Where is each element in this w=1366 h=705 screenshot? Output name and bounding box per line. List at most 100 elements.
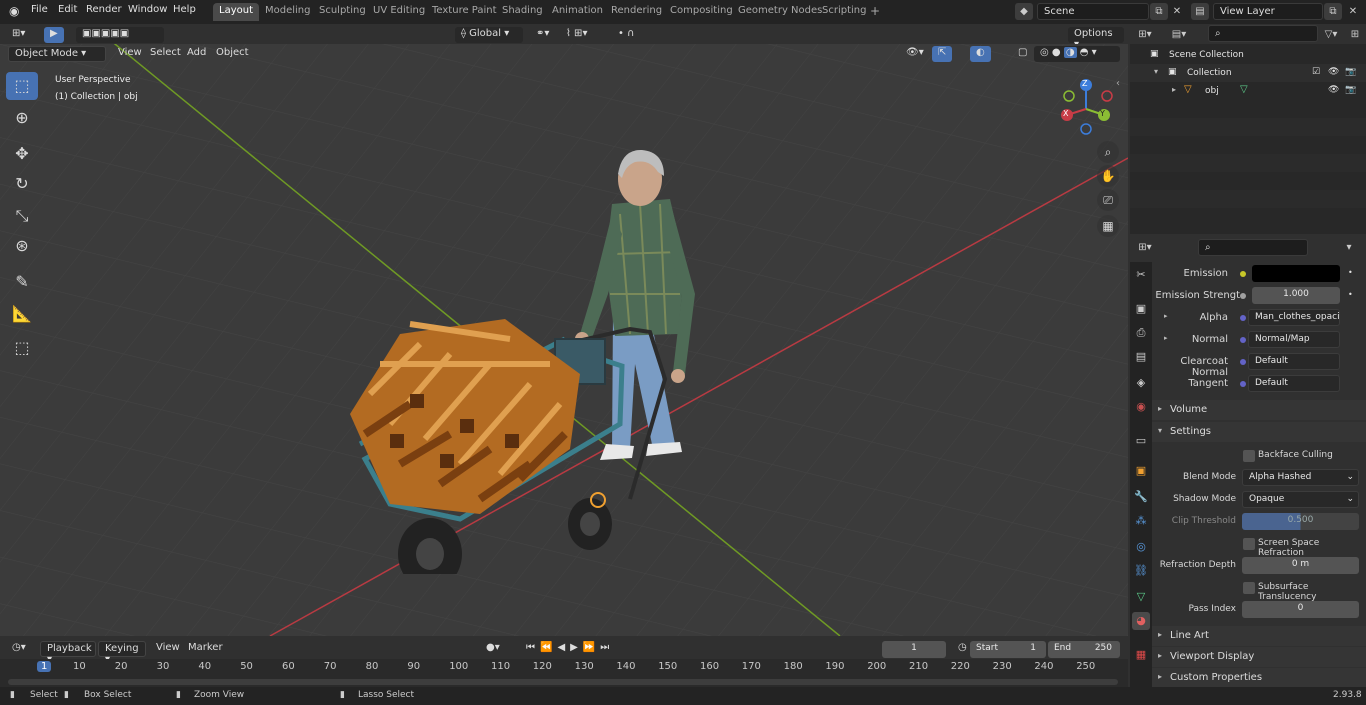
world-tab-icon[interactable]: ◉ xyxy=(1132,398,1150,416)
new-collection-icon[interactable]: ⊞ xyxy=(1346,26,1364,43)
navigation-gizmo[interactable]: Z Y X xyxy=(1055,78,1117,140)
outliner-editor-icon[interactable]: ⊞▾ xyxy=(1136,26,1154,43)
playback-dropdown[interactable]: Playback ▾ xyxy=(40,641,96,665)
tangent-field[interactable]: Default xyxy=(1248,375,1340,392)
mode-dropdown[interactable]: Object Mode ▾ xyxy=(8,46,106,62)
emission-color-field[interactable] xyxy=(1252,265,1340,282)
physics-tab-icon[interactable]: ◎ xyxy=(1132,538,1150,556)
tab-texture-paint[interactable]: Texture Paint xyxy=(426,3,503,21)
exclude-checkbox-icon[interactable]: ☑ xyxy=(1312,67,1320,77)
expand-icon[interactable]: ▸ xyxy=(1172,85,1176,94)
editor-type-icon[interactable]: ⊞▾ xyxy=(6,27,31,43)
scene-field[interactable]: Scene xyxy=(1037,3,1149,20)
scale-tool-icon[interactable]: ⤡ xyxy=(6,202,38,230)
model-man-with-firewood-cart[interactable] xyxy=(330,104,750,574)
zoom-icon[interactable]: ⌕ xyxy=(1097,141,1119,163)
menu-window[interactable]: Window xyxy=(128,4,167,15)
tab-scripting[interactable]: Scripting xyxy=(816,3,872,21)
menu-object[interactable]: Object xyxy=(210,46,255,62)
move-tool-icon[interactable]: ✥ xyxy=(6,140,38,168)
tab-uv-editing[interactable]: UV Editing xyxy=(367,3,431,21)
blend-mode-dropdown[interactable]: Alpha Hashed ⌄ xyxy=(1242,469,1359,486)
timeline-menu-marker[interactable]: Marker xyxy=(182,641,229,657)
cursor-tool-icon[interactable]: ⊕ xyxy=(6,104,38,132)
new-scene-icon[interactable]: ⧉ xyxy=(1150,3,1168,20)
playback-controls-icons[interactable]: ⏮⏪◀▶⏩⏭ xyxy=(520,641,630,657)
orientation-dropdown[interactable]: ⟠ Global ▾ xyxy=(455,27,523,43)
menu-add[interactable]: Add xyxy=(181,46,212,62)
perspective-toggle-icon[interactable]: ▦ xyxy=(1097,215,1119,237)
object-tab-icon[interactable]: ▣ xyxy=(1132,462,1150,480)
alpha-link-field[interactable]: Man_clothes_opacit... xyxy=(1248,309,1340,326)
normal-link-field[interactable]: Normal/Map xyxy=(1248,331,1340,348)
sidebar-toggle-icon[interactable]: ‹ xyxy=(1116,78,1120,89)
options-dropdown[interactable]: Options ▾ xyxy=(1068,27,1124,50)
clearcoat-normal-field[interactable]: Default xyxy=(1248,353,1340,370)
line-art-panel-header[interactable]: ▸ Line Art xyxy=(1152,626,1366,646)
texture-tab-icon[interactable]: ▦ xyxy=(1132,646,1150,664)
outliner-row-obj[interactable]: ▸ ▽ obj ▽ 👁 📷 xyxy=(1130,82,1366,100)
blender-logo-icon[interactable]: ◉ xyxy=(9,4,19,18)
timeline[interactable]: 1 10 20 30 40 50 60 70 80 90 100 110 120 130 140 150 160… xyxy=(0,659,1128,687)
measure-tool-icon[interactable]: 📐 xyxy=(6,300,38,328)
modifier-tab-icon[interactable]: 🔧 xyxy=(1132,488,1150,506)
view-layer-field[interactable]: View Layer xyxy=(1213,3,1323,20)
rotate-tool-icon[interactable]: ↻ xyxy=(6,170,38,198)
tab-geometry-nodes[interactable]: Geometry Nodes xyxy=(732,3,828,21)
tab-rendering[interactable]: Rendering xyxy=(605,3,668,21)
timeline-scrollbar[interactable] xyxy=(8,679,1118,685)
backface-culling-checkbox[interactable] xyxy=(1243,450,1255,462)
keying-dropdown[interactable]: Keying ▾ xyxy=(98,641,146,665)
properties-editor-icon[interactable]: ⊞▾ xyxy=(1136,239,1154,256)
outliner-search-input[interactable]: ⌕ xyxy=(1208,25,1318,42)
scene-tab-icon[interactable]: ◈ xyxy=(1132,374,1150,392)
add-cube-tool-icon[interactable]: ⬚ xyxy=(6,334,38,362)
menu-view[interactable]: View xyxy=(112,46,148,62)
pivot-icon[interactable]: ⚭▾ xyxy=(530,27,555,43)
tab-compositing[interactable]: Compositing xyxy=(664,3,739,21)
pan-hand-icon[interactable]: ✋ xyxy=(1097,165,1119,187)
output-tab-icon[interactable]: ⎙ xyxy=(1132,324,1150,342)
volume-panel-header[interactable]: ▸ Volume xyxy=(1152,400,1366,420)
timeline-editor-icon[interactable]: ◷▾ xyxy=(6,641,32,657)
tab-modeling[interactable]: Modeling xyxy=(259,3,317,21)
refraction-depth-field[interactable]: 0 m xyxy=(1242,557,1359,574)
view-layer-icon[interactable]: ▤ xyxy=(1191,3,1209,20)
clip-threshold-slider[interactable]: 0.500 xyxy=(1242,513,1359,530)
viewport-display-panel-header[interactable]: ▸ Viewport Display xyxy=(1152,647,1366,667)
filter-icon[interactable]: ▽▾ xyxy=(1322,26,1340,43)
properties-search-input[interactable]: ⌕ xyxy=(1198,239,1308,256)
record-icon[interactable]: ●▾ xyxy=(480,641,506,657)
shadow-mode-dropdown[interactable]: Opaque ⌄ xyxy=(1242,491,1359,508)
ssr-checkbox[interactable] xyxy=(1243,538,1255,550)
xray-icon[interactable]: ▢ xyxy=(1012,46,1033,62)
proportional-edit-icon[interactable]: • ∩ xyxy=(612,27,640,43)
new-view-layer-icon[interactable]: ⧉ xyxy=(1324,3,1342,20)
add-workspace-icon[interactable]: + xyxy=(870,4,880,18)
select-box-tool-icon[interactable]: ⬚ xyxy=(6,72,38,100)
visibility-icon[interactable]: 👁▾ xyxy=(900,46,930,62)
collection-tab-icon[interactable]: ▭ xyxy=(1132,432,1150,450)
start-frame-field[interactable]: Start 1 xyxy=(970,641,1046,658)
menu-render[interactable]: Render xyxy=(86,4,122,15)
camera-view-icon[interactable]: ⎚ xyxy=(1097,189,1119,211)
render-camera-icon[interactable]: 📷 xyxy=(1345,67,1356,77)
tab-sculpting[interactable]: Sculpting xyxy=(313,3,372,21)
timeline-menu-view[interactable]: View xyxy=(150,641,186,657)
keyframe-dot-icon[interactable]: • xyxy=(1348,290,1353,299)
subsurface-checkbox[interactable] xyxy=(1243,582,1255,594)
tab-shading[interactable]: Shading xyxy=(496,3,549,21)
keyframe-dot-icon[interactable]: • xyxy=(1348,268,1353,277)
render-tab-icon[interactable]: ▣ xyxy=(1132,300,1150,318)
properties-options-icon[interactable]: ▾ xyxy=(1340,239,1358,256)
display-mode-icon[interactable]: ▤▾ xyxy=(1170,26,1188,43)
pass-index-field[interactable]: 0 xyxy=(1242,601,1359,618)
gizmo-toggle-icon[interactable]: ⇱ xyxy=(932,46,953,62)
shading-mode-icons[interactable]: ◎ ● ◑ ◓ ▾ xyxy=(1034,46,1120,62)
menu-edit[interactable]: Edit xyxy=(58,4,77,15)
settings-panel-header[interactable]: ▾ Settings xyxy=(1152,422,1366,442)
particles-tab-icon[interactable]: ⁂ xyxy=(1132,512,1150,530)
obj-visibility-eye-icon[interactable]: 👁 xyxy=(1328,85,1339,95)
visibility-eye-icon[interactable]: 👁 xyxy=(1328,67,1339,77)
tab-layout[interactable]: Layout xyxy=(213,3,259,21)
